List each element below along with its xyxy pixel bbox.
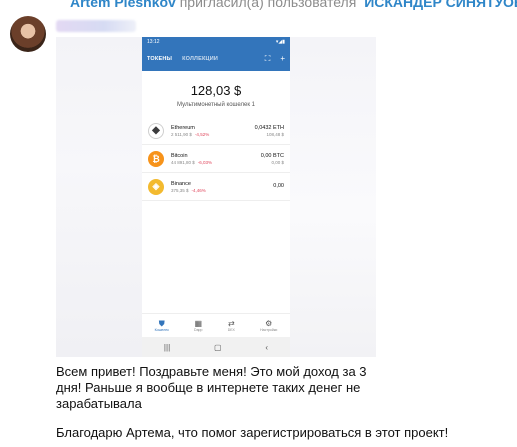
- shield-icon: ⛊: [158, 319, 165, 328]
- token-name: Ethereum: [171, 124, 195, 131]
- wallet-bottom-nav: ⛊ Кошелек ▦ Dapp ⇄ DEX ⚙ Настройки: [142, 313, 290, 337]
- token-name: Bitcoin: [171, 152, 188, 159]
- token-row-bitcoin: ₿ Bitcoin 44 891,80 $ -6,03% 0,00 BTC 0,0…: [142, 145, 290, 173]
- binance-icon: ◈: [148, 178, 164, 195]
- token-row-binance: ◈ Binance 375,35 $ -4,46% 0,00: [142, 173, 290, 201]
- wallet-app-bar: ТОКЕНЫ КОЛЛЕКЦИИ ⛶ +: [142, 47, 290, 71]
- scan-icon: ⛶: [264, 54, 271, 63]
- message-text-second: Благодарю Артема, что помог зарегистриро…: [56, 425, 449, 440]
- nav-label: DEX: [227, 328, 235, 332]
- ethereum-icon: ◆: [148, 122, 164, 139]
- nav-label: Настройки: [260, 328, 278, 332]
- token-value: 0,00 $: [271, 159, 284, 165]
- tab-collections: КОЛЛЕКЦИИ: [182, 56, 219, 62]
- join-action-text: пригласил(а) пользователя: [179, 0, 357, 10]
- token-amount: 0,0432 ETH: [254, 124, 284, 131]
- home-icon: ▢: [214, 342, 222, 352]
- bitcoin-icon: ₿: [148, 150, 164, 167]
- status-indicators: ▾◢▮: [275, 39, 285, 45]
- token-value: 108,48 $: [266, 131, 284, 137]
- back-icon: ‹: [265, 342, 269, 352]
- token-amount: 0,00 BTC: [260, 152, 284, 159]
- phone-status-bar: 13:12 ▾◢▮: [142, 37, 290, 47]
- android-nav-bar: ||| ▢ ‹: [142, 337, 290, 357]
- nav-dapp: ▦ Dapp: [194, 319, 202, 332]
- nav-settings: ⚙ Настройки: [260, 319, 277, 332]
- wallet-name: Мультимонетный кошелек 1: [177, 102, 255, 108]
- inviter-name[interactable]: Artem Pleshkov: [70, 0, 176, 10]
- recent-apps-icon: |||: [163, 342, 171, 352]
- sender-name-blurred: [56, 20, 136, 32]
- phone-screenshot: 13:12 ▾◢▮ ТОКЕНЫ КОЛЛЕКЦИИ ⛶ + 128,03 $ …: [142, 37, 290, 357]
- token-price: 375,35 $: [171, 187, 189, 193]
- token-change: -4,52%: [194, 131, 210, 137]
- status-time: 13:12: [147, 39, 160, 45]
- tab-tokens: ТОКЕНЫ: [147, 56, 173, 62]
- photo-blur-right: [290, 37, 376, 357]
- message-text: Всем привет! Поздравьте меня! Это мой до…: [56, 364, 367, 411]
- message-photo[interactable]: 13:12 ▾◢▮ ТОКЕНЫ КОЛЛЕКЦИИ ⛶ + 128,03 $ …: [56, 37, 376, 357]
- token-amount: 0,00: [273, 183, 284, 189]
- avatar[interactable]: [10, 16, 46, 52]
- invitee-name[interactable]: ИСКАНДЕР СИНЯТУОВ: [364, 0, 517, 10]
- wallet-balance: 128,03 $: [190, 83, 242, 98]
- token-change: -4,46%: [191, 187, 206, 193]
- gear-icon: ⚙: [265, 319, 273, 328]
- nav-dex: ⇄ DEX: [228, 319, 235, 332]
- nav-wallet: ⛊ Кошелек: [155, 319, 169, 332]
- swap-icon: ⇄: [227, 319, 235, 328]
- nav-label: Кошелек: [154, 328, 169, 332]
- grid-icon: ▦: [194, 319, 203, 328]
- token-change: -6,03%: [197, 159, 213, 165]
- join-notice: Artem Pleshkov пригласил(а) пользователя…: [70, 0, 517, 10]
- token-row-ethereum: ◆ Ethereum 2 511,90 $ -4,52% 0,0432 ETH 1…: [142, 117, 290, 145]
- photo-blur-left: [56, 37, 142, 357]
- plus-icon: +: [280, 54, 285, 63]
- token-price: 44 891,80 $: [171, 159, 195, 165]
- token-price: 2 511,90 $: [171, 131, 192, 137]
- token-name: Binance: [171, 180, 191, 187]
- nav-label: Dapp: [194, 328, 203, 332]
